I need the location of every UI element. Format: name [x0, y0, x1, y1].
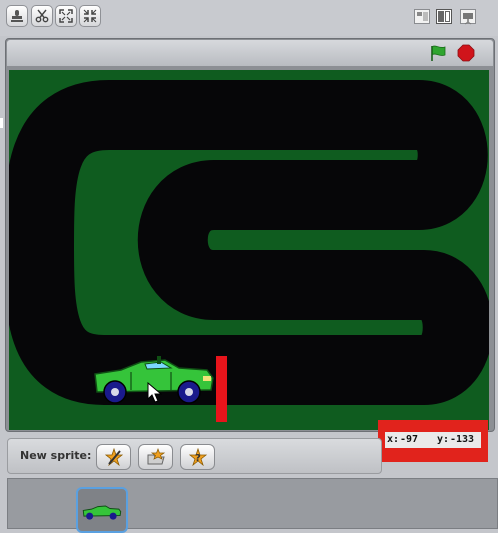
mouse-y-value: -133: [450, 434, 475, 445]
normal-stage-icon: [438, 11, 444, 22]
green-flag-icon[interactable]: [429, 44, 447, 62]
mouse-y-label: y:: [437, 434, 450, 445]
svg-text:?: ?: [195, 453, 201, 464]
folder-star-icon: [147, 448, 165, 465]
finish-line: [216, 356, 227, 422]
mouse-coordinates-readout: x: -97 y: -133: [378, 420, 488, 462]
grow-button[interactable]: [55, 5, 77, 27]
sprite-library: [7, 478, 498, 533]
shrink-icon: [83, 9, 97, 23]
new-sprite-bar: New sprite: ?: [7, 438, 382, 474]
small-stage-icon: [417, 12, 422, 16]
delete-scissors-button[interactable]: [31, 5, 53, 27]
small-stage-mode-button[interactable]: [414, 9, 430, 24]
new-sprite-label: New sprite:: [20, 449, 92, 462]
shrink-button[interactable]: [79, 5, 101, 27]
scissors-icon: [35, 9, 49, 23]
stage-header: [7, 40, 493, 66]
choose-sprite-from-file-button[interactable]: [138, 444, 173, 470]
stage[interactable]: [9, 70, 489, 430]
grow-icon: [59, 9, 73, 23]
car-thumbnail-icon: [82, 505, 122, 520]
duplicate-stamp-button[interactable]: [6, 5, 28, 27]
presentation-icon: [463, 13, 473, 25]
stop-icon[interactable]: [457, 44, 475, 62]
mouse-cursor-icon: [147, 382, 163, 403]
normal-stage-mode-button[interactable]: [436, 9, 452, 24]
mouse-x-label: x:: [387, 434, 400, 445]
paintbrush-star-icon: [105, 448, 123, 466]
top-toolbar: [0, 0, 498, 36]
paint-new-sprite-button[interactable]: [96, 444, 131, 470]
stamp-icon: [11, 10, 23, 22]
question-star-icon: ?: [189, 448, 207, 466]
race-track: [9, 80, 489, 422]
presentation-mode-button[interactable]: [460, 9, 476, 25]
mouse-x-value: -97: [400, 434, 419, 445]
sprite-thumbnail-car[interactable]: [76, 487, 128, 533]
get-surprise-sprite-button[interactable]: ?: [180, 444, 215, 470]
scroll-notch: [0, 118, 3, 128]
